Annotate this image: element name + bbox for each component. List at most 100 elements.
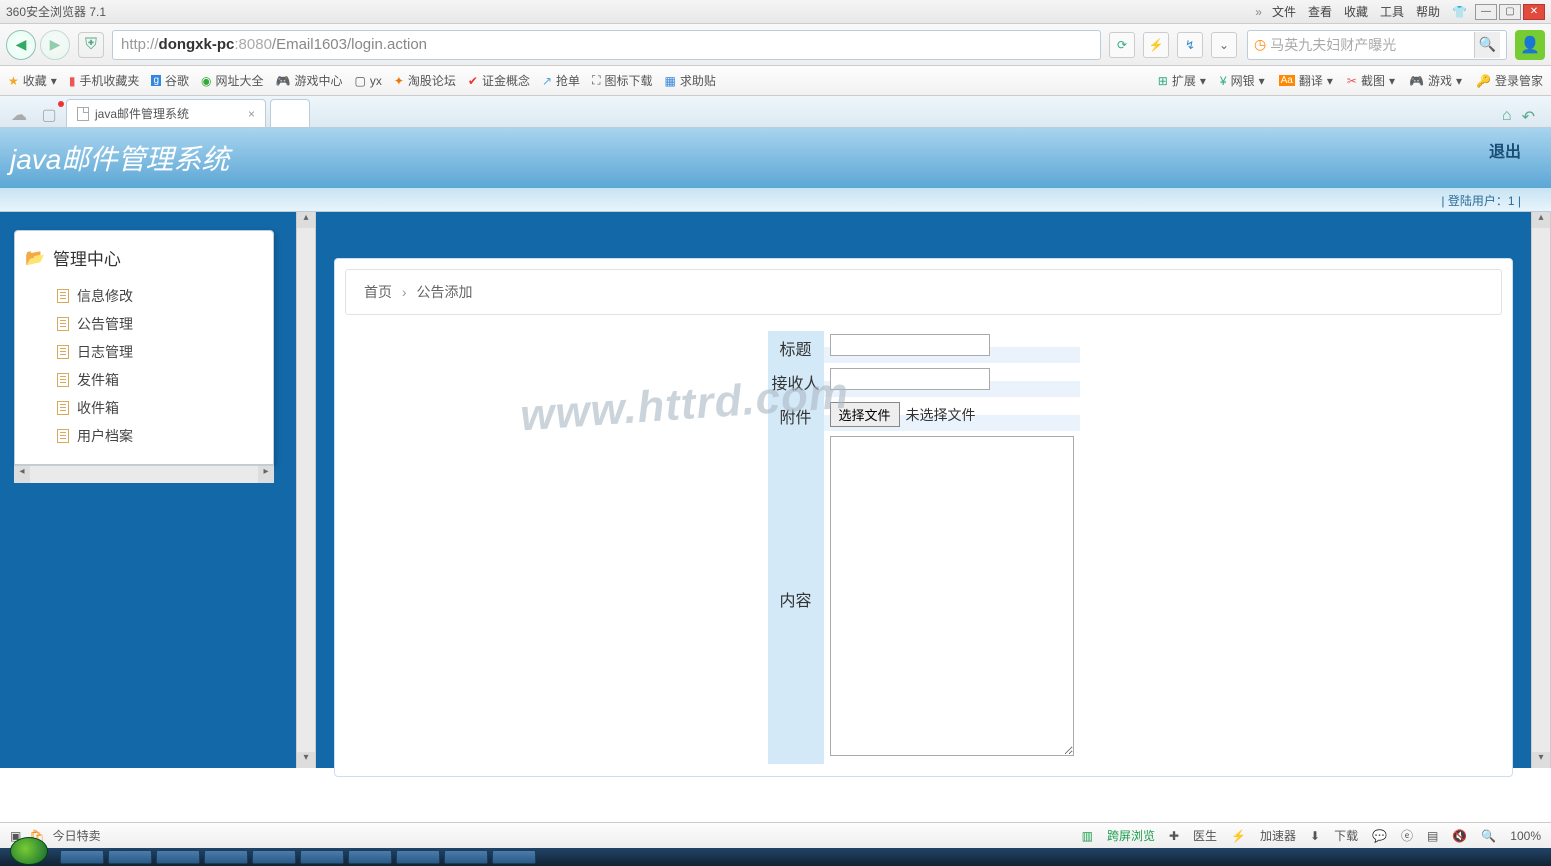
sidebar-item-info[interactable]: 信息修改 xyxy=(57,282,263,310)
search-engine-icon: ◷ xyxy=(1254,36,1266,53)
doc-icon xyxy=(57,317,69,331)
file-status: 未选择文件 xyxy=(906,405,976,425)
taskbar-item[interactable] xyxy=(444,850,488,864)
bookmark-mobile[interactable]: ▮手机收藏夹 xyxy=(69,72,140,89)
sidebar-item-inbox[interactable]: 收件箱 xyxy=(57,394,263,422)
shield-icon[interactable]: ⛨ xyxy=(78,32,104,58)
title-input[interactable] xyxy=(830,334,990,356)
scroll-down2-icon[interactable]: ▾ xyxy=(1532,752,1550,768)
tab-active[interactable]: java邮件管理系统 × xyxy=(66,99,266,127)
bookmark-help[interactable]: ▦求助贴 xyxy=(664,72,715,89)
sidebar-item-users[interactable]: 用户档案 xyxy=(57,422,263,450)
refresh-icon[interactable]: ⟳ xyxy=(1109,32,1135,58)
app-title: java邮件管理系统 xyxy=(10,138,229,178)
sidebar: 📂管理中心 信息修改 公告管理 日志管理 发件箱 收件箱 用户档案 xyxy=(14,230,274,465)
status-bar: ▣ 🛍 今日特卖 ▥ 跨屏浏览 ✚医生 ⚡加速器 ⬇下载 💬 ⓔ ▤ 🔇 🔍 1… xyxy=(0,822,1551,848)
download-icon[interactable]: ⬇ xyxy=(1310,829,1320,843)
screenshot-button[interactable]: ✂截图 ▾ xyxy=(1347,72,1395,89)
url-port: :8080 xyxy=(234,36,272,53)
choose-file-button[interactable]: 选择文件 xyxy=(830,402,900,427)
menu-help[interactable]: 帮助 xyxy=(1416,3,1440,20)
bookmark-icons[interactable]: ⛶图标下载 xyxy=(592,72,652,89)
dropdown-icon[interactable]: ⌄ xyxy=(1211,32,1237,58)
content-textarea[interactable] xyxy=(830,436,1074,756)
taskbar-item[interactable] xyxy=(204,850,248,864)
status-cross[interactable]: 跨屏浏览 xyxy=(1107,827,1155,844)
zoom-icon[interactable]: 🔍 xyxy=(1481,829,1496,843)
content-panel: 首页 › 公告添加 标题 接收人 附件 xyxy=(334,258,1513,777)
crossscreen-icon[interactable]: ▥ xyxy=(1082,829,1093,843)
back-button[interactable]: ◀ xyxy=(6,30,36,60)
scroll-down-icon[interactable]: ▾ xyxy=(297,752,315,768)
sidebar-hscroll[interactable]: ◂▸ xyxy=(14,465,274,483)
vscroll[interactable]: ▴ ▾ xyxy=(296,212,316,768)
puzzle-icon: ⊞ xyxy=(1158,74,1168,88)
chevron-icon[interactable]: » xyxy=(1255,5,1262,19)
translate-button[interactable]: Aa翻译 ▾ xyxy=(1279,72,1333,89)
taskbar-item[interactable] xyxy=(108,850,152,864)
taskbar-item[interactable] xyxy=(492,850,536,864)
speed-icon[interactable]: ⚡ xyxy=(1231,829,1246,843)
taskbar-item[interactable] xyxy=(252,850,296,864)
bookmark-google[interactable]: g谷歌 xyxy=(151,72,189,89)
scroll-up2-icon[interactable]: ▴ xyxy=(1532,212,1550,228)
bookmark-order[interactable]: ↗抢单 xyxy=(542,72,580,89)
ie-icon[interactable]: ⓔ xyxy=(1401,827,1413,844)
bookmark-stock[interactable]: ✔证金概念 xyxy=(468,72,530,89)
sidebar-item-log[interactable]: 日志管理 xyxy=(57,338,263,366)
taskbar-item[interactable] xyxy=(60,850,104,864)
taskbar-item[interactable] xyxy=(348,850,392,864)
search-input[interactable]: ◷ 马英九夫妇财产曝光 🔍 xyxy=(1247,30,1507,60)
minimize-button[interactable]: — xyxy=(1475,4,1497,20)
bookmark-yx[interactable]: ▢yx xyxy=(354,74,381,88)
flame-icon: ✦ xyxy=(394,74,404,88)
yen-icon: ¥ xyxy=(1220,74,1227,88)
search-go-icon[interactable]: 🔍 xyxy=(1474,32,1500,58)
menu-fav[interactable]: 收藏 xyxy=(1344,3,1368,20)
status-left[interactable]: 今日特卖 xyxy=(53,827,101,844)
taskbar-item[interactable] xyxy=(300,850,344,864)
bookmark-games[interactable]: 🎮游戏中心 xyxy=(276,72,343,89)
flag-icon[interactable]: ▢ xyxy=(36,103,62,127)
menu-tools[interactable]: 工具 xyxy=(1380,3,1404,20)
folder-icon: 📂 xyxy=(25,248,45,268)
mute-icon[interactable]: 🔇 xyxy=(1452,829,1467,843)
globe-icon: ◉ xyxy=(201,74,211,88)
logout-link[interactable]: 退出 xyxy=(1489,138,1521,162)
home-icon[interactable]: ⌂ xyxy=(1502,107,1512,127)
tab-new[interactable] xyxy=(270,99,310,127)
bookmark-sites[interactable]: ◉网址大全 xyxy=(201,72,264,89)
mode-toggle[interactable]: ↯ xyxy=(1177,32,1203,58)
start-button[interactable] xyxy=(10,837,48,865)
maximize-button[interactable]: ▢ xyxy=(1499,4,1521,20)
taskbar-item[interactable] xyxy=(396,850,440,864)
cloud-icon[interactable]: ☁ xyxy=(6,103,32,127)
menu-view[interactable]: 查看 xyxy=(1308,3,1332,20)
msg-icon[interactable]: 💬 xyxy=(1372,829,1387,843)
menu-file[interactable]: 文件 xyxy=(1272,3,1296,20)
taskbar-item[interactable] xyxy=(156,850,200,864)
games-button[interactable]: 🎮游戏 ▾ xyxy=(1409,72,1462,89)
ext-button[interactable]: ⊞扩展 ▾ xyxy=(1158,72,1206,89)
undo-icon[interactable]: ↶ xyxy=(1522,107,1535,127)
account-button[interactable]: 👤 xyxy=(1515,30,1545,60)
net-icon[interactable]: ▤ xyxy=(1427,829,1438,843)
receiver-input[interactable] xyxy=(830,368,990,390)
flash-icon[interactable]: ⚡ xyxy=(1143,32,1169,58)
skin-icon[interactable]: 👕 xyxy=(1452,5,1467,19)
sidebar-item-outbox[interactable]: 发件箱 xyxy=(57,366,263,394)
doctor-icon[interactable]: ✚ xyxy=(1169,829,1179,843)
sidebar-item-notice[interactable]: 公告管理 xyxy=(57,310,263,338)
forward-button[interactable]: ▶ xyxy=(40,30,70,60)
chevron-right-icon: › xyxy=(402,284,407,300)
favorites-button[interactable]: ★收藏 ▾ xyxy=(8,72,57,89)
bookmark-taogu[interactable]: ✦淘股论坛 xyxy=(394,72,456,89)
vscroll-right[interactable]: ▴ ▾ xyxy=(1531,212,1551,768)
close-button[interactable]: ✕ xyxy=(1523,4,1545,20)
bank-button[interactable]: ¥网银 ▾ xyxy=(1220,72,1265,89)
tab-close-icon[interactable]: × xyxy=(248,107,255,121)
scroll-up-icon[interactable]: ▴ xyxy=(297,212,315,228)
login-mgr-button[interactable]: 🔑登录管家 xyxy=(1476,72,1543,89)
breadcrumb-home[interactable]: 首页 xyxy=(364,284,392,300)
url-input[interactable]: http://dongxk-pc:8080/Email1603/login.ac… xyxy=(112,30,1101,60)
